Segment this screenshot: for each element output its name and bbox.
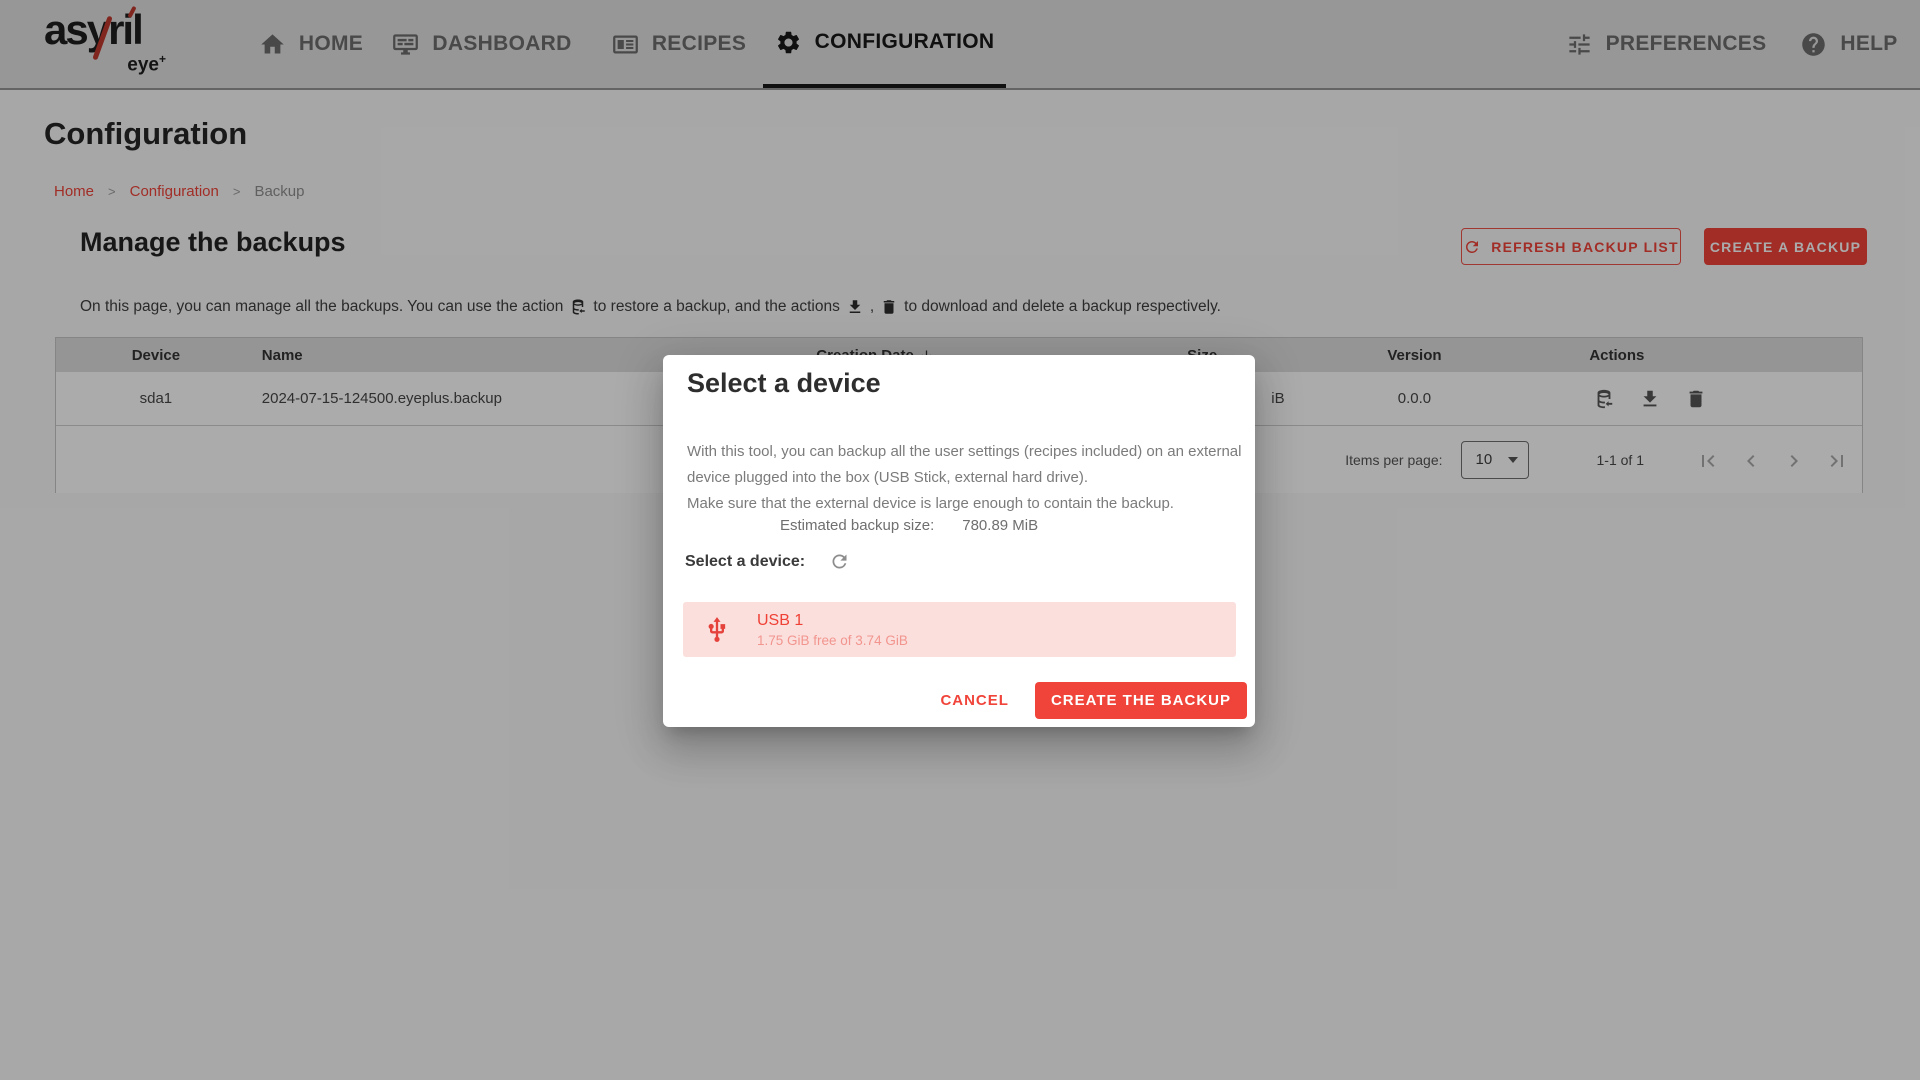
refresh-devices-button[interactable] bbox=[829, 551, 850, 572]
dialog-title: Select a device bbox=[687, 368, 881, 399]
estimated-backup-size-value: 780.89 MiB bbox=[962, 517, 1038, 534]
select-device-row: Select a device: bbox=[685, 551, 850, 572]
create-the-backup-button[interactable]: CREATE THE BACKUP bbox=[1035, 682, 1247, 719]
usb-device-name: USB 1 bbox=[757, 612, 908, 630]
dialog-body-text: With this tool, you can backup all the u… bbox=[687, 439, 1243, 517]
usb-device-capacity: 1.75 GiB free of 3.74 GiB bbox=[757, 633, 908, 648]
select-device-dialog: Select a device With this tool, you can … bbox=[663, 355, 1255, 727]
dialog-body-paragraph-2: Make sure that the external device is la… bbox=[687, 491, 1243, 517]
estimated-backup-size-label: Estimated backup size: bbox=[780, 517, 934, 534]
usb-icon bbox=[703, 616, 731, 644]
usb-device-option[interactable]: USB 1 1.75 GiB free of 3.74 GiB bbox=[683, 602, 1236, 657]
refresh-icon bbox=[829, 551, 850, 572]
usb-device-text: USB 1 1.75 GiB free of 3.74 GiB bbox=[757, 612, 908, 648]
estimated-backup-size-row: Estimated backup size: 780.89 MiB bbox=[780, 517, 1038, 534]
dialog-body-paragraph-1: With this tool, you can backup all the u… bbox=[687, 439, 1243, 491]
cancel-button[interactable]: CANCEL bbox=[928, 684, 1021, 717]
select-device-label: Select a device: bbox=[685, 553, 805, 571]
dialog-actions: CANCEL CREATE THE BACKUP bbox=[928, 682, 1247, 719]
